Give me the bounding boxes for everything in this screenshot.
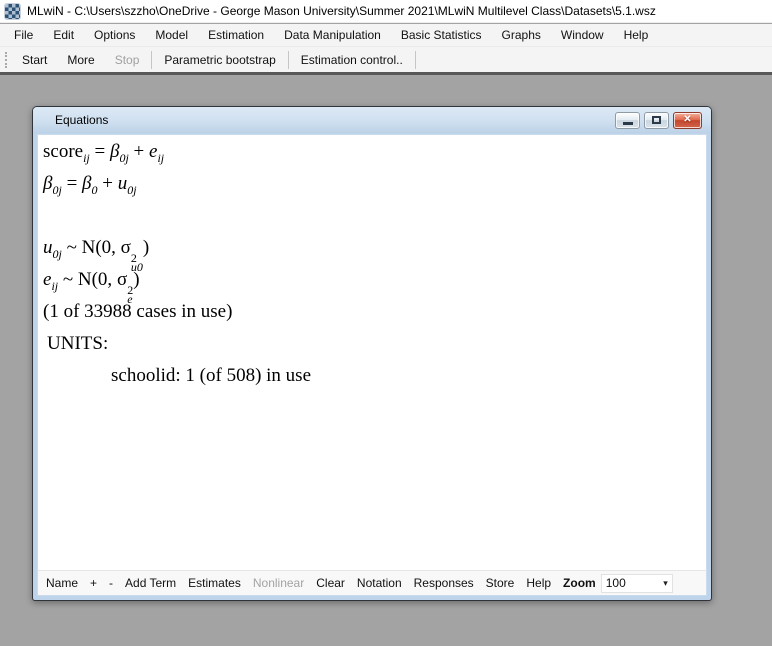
equation-line: UNITS: xyxy=(43,328,706,360)
menu-window[interactable]: Window xyxy=(551,25,614,45)
menu-edit[interactable]: Edit xyxy=(43,25,84,45)
zoom-value: 100 xyxy=(606,576,663,590)
menu-help[interactable]: Help xyxy=(614,25,659,45)
window-controls: ✕ xyxy=(615,112,702,129)
menu-estimation[interactable]: Estimation xyxy=(198,25,274,45)
stop-button: Stop xyxy=(105,49,150,71)
zoom-label: Zoom xyxy=(557,573,599,593)
store-button[interactable]: Store xyxy=(480,573,521,593)
equation-line: schoolid: 1 (of 508) in use xyxy=(43,360,706,392)
equation-line: scoreij = β0j + eij xyxy=(43,136,706,168)
menu-file[interactable]: File xyxy=(4,25,43,45)
equation-line: (1 of 33988 cases in use) xyxy=(43,296,706,328)
nonlinear-button: Nonlinear xyxy=(247,573,310,593)
estimation-control-button[interactable]: Estimation control.. xyxy=(291,49,413,71)
minus-button[interactable]: - xyxy=(103,573,119,593)
toolbar-separator xyxy=(151,51,152,69)
app-titlebar: MLwiN - C:\Users\szzho\OneDrive - George… xyxy=(0,0,772,23)
equations-window-body: scoreij = β0j + eijβ0j = β0 + u0j u0j ~ … xyxy=(37,134,707,596)
name-button[interactable]: Name xyxy=(40,573,84,593)
minimize-icon xyxy=(623,122,633,125)
equations-toolbar: Name + - Add Term Estimates Nonlinear Cl… xyxy=(38,570,706,595)
clear-button[interactable]: Clear xyxy=(310,573,351,593)
mlwin-app-icon xyxy=(5,4,20,19)
toolbar-separator xyxy=(415,51,416,69)
app-title: MLwiN - C:\Users\szzho\OneDrive - George… xyxy=(27,4,656,18)
toolbar-grip-icon xyxy=(5,52,8,68)
equations-window-title: Equations xyxy=(55,113,108,127)
toolbar-separator xyxy=(288,51,289,69)
main-toolbar: Start More Stop Parametric bootstrap Est… xyxy=(0,46,772,72)
close-button[interactable]: ✕ xyxy=(673,112,702,129)
maximize-button[interactable] xyxy=(644,112,669,129)
start-button[interactable]: Start xyxy=(12,49,57,71)
plus-button[interactable]: + xyxy=(84,573,103,593)
more-button[interactable]: More xyxy=(57,49,104,71)
add-term-button[interactable]: Add Term xyxy=(119,573,182,593)
equation-line xyxy=(43,200,706,232)
close-icon: ✕ xyxy=(683,115,691,125)
equation-line: u0j ~ N(0, σ2u0) xyxy=(43,232,706,264)
equation-area[interactable]: scoreij = β0j + eijβ0j = β0 + u0j u0j ~ … xyxy=(38,135,706,570)
parametric-bootstrap-button[interactable]: Parametric bootstrap xyxy=(154,49,285,71)
help-button[interactable]: Help xyxy=(520,573,557,593)
equations-window: Equations ✕ scoreij = β0j + eijβ0j = β0 … xyxy=(32,106,712,601)
equation-line: β0j = β0 + u0j xyxy=(43,168,706,200)
equations-titlebar[interactable]: Equations ✕ xyxy=(33,107,711,133)
responses-button[interactable]: Responses xyxy=(408,573,480,593)
menu-model[interactable]: Model xyxy=(145,25,198,45)
menu-data-manipulation[interactable]: Data Manipulation xyxy=(274,25,391,45)
zoom-dropdown[interactable]: 100 ▾ xyxy=(601,574,673,593)
menu-options[interactable]: Options xyxy=(84,25,145,45)
notation-button[interactable]: Notation xyxy=(351,573,408,593)
menubar: File Edit Options Model Estimation Data … xyxy=(0,24,772,46)
menu-basic-statistics[interactable]: Basic Statistics xyxy=(391,25,492,45)
estimates-button[interactable]: Estimates xyxy=(182,573,247,593)
maximize-icon xyxy=(652,116,661,124)
mlwin-application: MLwiN - C:\Users\szzho\OneDrive - George… xyxy=(0,0,772,646)
menu-graphs[interactable]: Graphs xyxy=(492,25,551,45)
dropdown-arrow-icon: ▾ xyxy=(663,578,668,589)
minimize-button[interactable] xyxy=(615,112,640,129)
mdi-workspace: Equations ✕ scoreij = β0j + eijβ0j = β0 … xyxy=(0,72,772,646)
